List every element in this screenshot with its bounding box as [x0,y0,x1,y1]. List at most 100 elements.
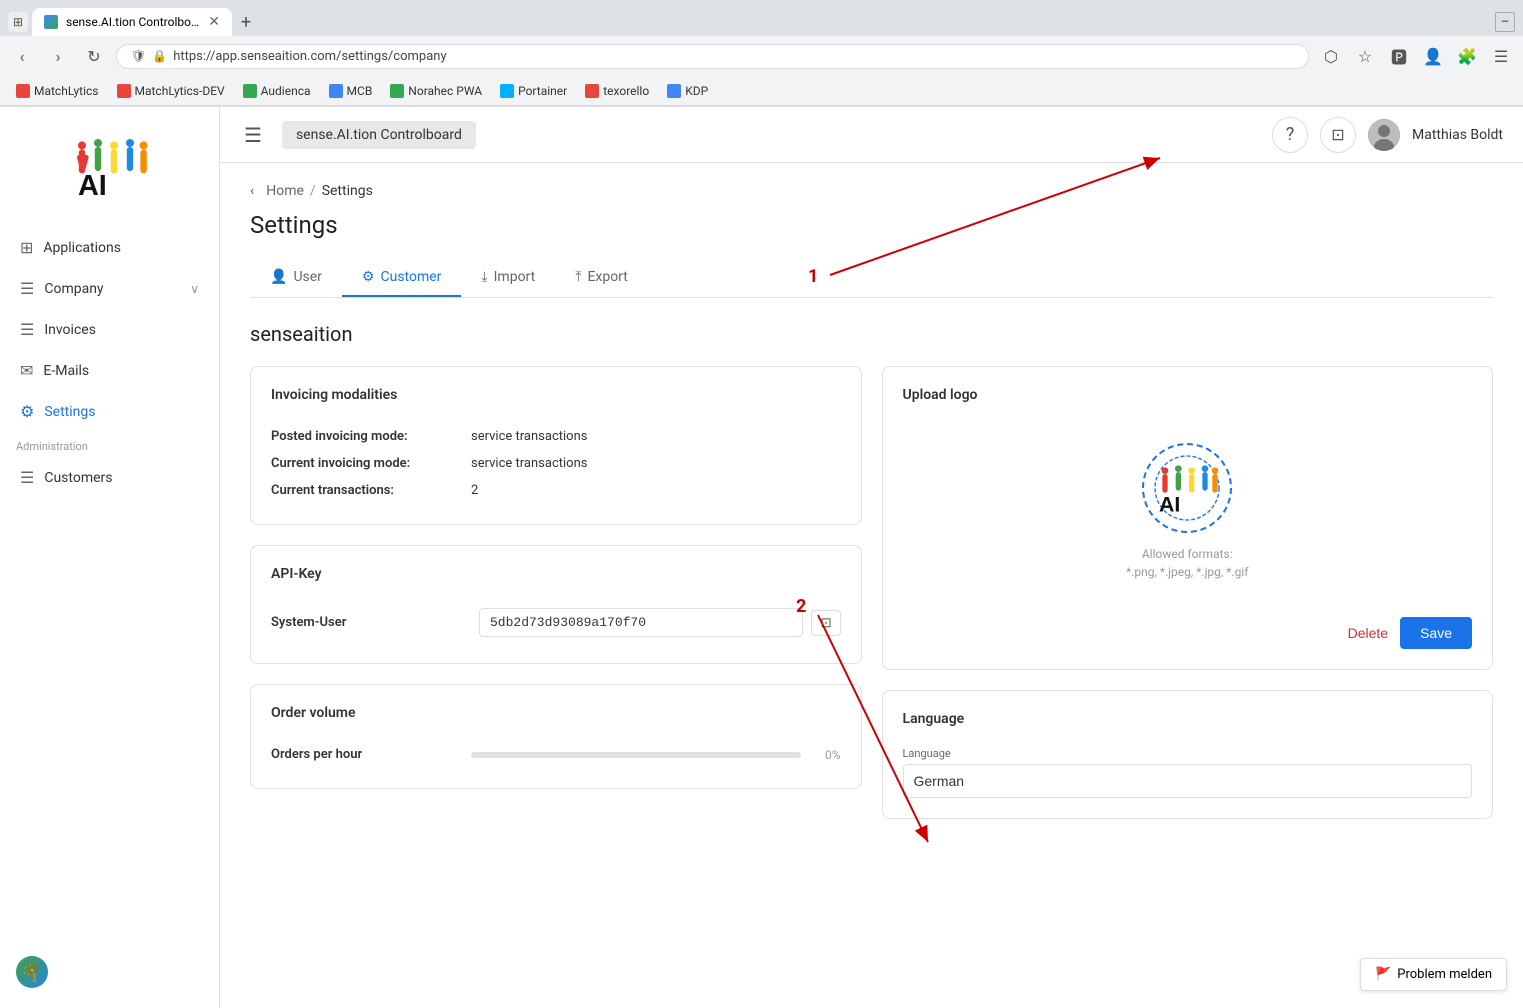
pocket-btn[interactable]: 🅿 [1385,42,1413,70]
bookmark-label: KDP [685,84,708,98]
extensions-btn[interactable]: 🧩 [1453,42,1481,70]
orders-per-hour-row: Orders per hour 0% [271,741,841,768]
logo-svg: AI [1147,448,1227,528]
tab-label: Import [494,269,536,285]
bookmark-favicon [243,84,257,98]
sidebar-item-settings[interactable]: ⚙ Settings [4,392,215,431]
sidebar-item-invoices[interactable]: ☰ Invoices [4,310,215,349]
svg-text:AI: AI [78,170,107,202]
left-column: Invoicing modalities Posted invoicing mo… [250,366,862,819]
translate-btn[interactable]: ⬡ [1317,42,1345,70]
hamburger-btn[interactable]: ☰ [240,119,266,151]
sidebar-item-emails[interactable]: ✉ E-Mails [4,351,215,390]
company-icon: ☰ [20,279,34,298]
active-tab[interactable]: sense.AI.tion Controlboard ✕ [32,8,232,36]
sidebar-item-company[interactable]: ☰ Company ∨ [4,269,215,308]
settings-tabs: 👤 User ⚙ Customer ⤓ Import ⤒ Export [250,259,1493,298]
allowed-formats-label: Allowed formats: [1126,545,1248,563]
profile-btn[interactable]: 👤 [1419,42,1447,70]
language-card: Language Language German [882,690,1494,819]
bookmark-star-btn[interactable]: ☆ [1351,42,1379,70]
customers-icon: ☰ [20,468,34,487]
admin-section-label: Administration [0,432,219,457]
applications-icon: ⊞ [20,238,33,257]
bookmark-audienca[interactable]: Audienca [235,81,319,101]
sidebar-logo: AI [0,117,219,227]
breadcrumb-current: Settings [322,183,373,199]
help-btn[interactable]: ? [1272,117,1308,153]
bookmark-kdp[interactable]: KDP [659,81,716,101]
logo-image[interactable]: AI [1142,443,1232,533]
address-bar[interactable]: 🛡 🔒 https://app.senseaition.com/settings… [116,44,1309,69]
delete-btn[interactable]: Delete [1348,625,1388,641]
bookmark-mcb[interactable]: MCB [321,81,381,101]
bookmark-texorello[interactable]: texorello [577,81,657,101]
browser-menu-dots[interactable]: ☰ [1487,42,1515,70]
problem-melden-btn[interactable]: 🚩 Problem melden [1360,958,1507,991]
bookmark-favicon [500,84,514,98]
tab-close-btn[interactable]: ✕ [208,14,220,30]
minimize-btn[interactable]: — [1495,12,1515,32]
sidebar-item-customers[interactable]: ☰ Customers [4,458,215,497]
forward-nav-btn[interactable]: › [44,42,72,70]
user-name: Matthias Boldt [1412,127,1503,143]
sidebar: AI ⊞ Applications ☰ Company ∨ ☰ Invoices… [0,107,220,1008]
import-tab-icon: ⤓ [481,269,487,285]
browser-menu-btn[interactable]: ⊞ [8,12,28,32]
tab-user[interactable]: 👤 User [250,259,342,297]
language-select[interactable]: German [903,764,1473,798]
company-name: senseaition [250,322,1493,346]
sidebar-item-label: E-Mails [43,363,199,379]
tab-label: User [293,269,321,285]
bookmark-matchlytics-dev[interactable]: MatchLytics-DEV [109,81,233,101]
bookmark-favicon [329,84,343,98]
customer-tab-icon: ⚙ [362,269,375,285]
bookmark-label: texorello [603,84,649,98]
posted-invoicing-label: Posted invoicing mode: [271,429,471,444]
content-grid: Invoicing modalities Posted invoicing mo… [250,366,1493,819]
copy-btn[interactable]: ⊡ [811,610,840,636]
tab-import[interactable]: ⤓ Import [461,259,555,297]
breadcrumb-home[interactable]: Home [266,183,304,199]
app-header: ☰ sense.AI.tion Controlboard ? ⊡ Matthia… [220,107,1523,163]
bookmark-favicon [667,84,681,98]
sidebar-item-label: Applications [43,240,199,256]
posted-invoicing-row: Posted invoicing mode: service transacti… [271,423,841,450]
bookmark-norahec[interactable]: Norahec PWA [382,81,490,101]
tab-export[interactable]: ⤒ Export [555,259,648,297]
bookmark-portainer[interactable]: Portainer [492,81,575,101]
order-volume-title: Order volume [271,705,841,721]
invoices-icon: ☰ [20,320,34,339]
tab-customer[interactable]: ⚙ Customer [342,259,462,297]
current-transactions-row: Current transactions: 2 [271,477,841,504]
settings-icon: ⚙ [20,402,34,421]
screenshot-btn[interactable]: ⊡ [1320,117,1356,153]
bookmark-label: MCB [347,84,373,98]
sidebar-item-label: Invoices [44,322,199,338]
invoicing-card-title: Invoicing modalities [271,387,841,403]
upload-logo-card: Upload logo [882,366,1494,670]
reload-btn[interactable]: ↻ [80,42,108,70]
user-avatar[interactable] [1368,119,1400,151]
sidebar-item-applications[interactable]: ⊞ Applications [4,228,215,267]
page-content: ‹ Home / Settings Settings 👤 User ⚙ Cust… [220,163,1523,1008]
current-invoicing-label: Current invoicing mode: [271,456,471,471]
back-btn[interactable]: ‹ [250,183,254,199]
bookmark-label: Audienca [261,84,311,98]
tab-label: Customer [380,269,441,285]
browser-toolbar: ‹ › ↻ 🛡 🔒 https://app.senseaition.com/se… [0,36,1523,76]
bookmark-favicon [585,84,599,98]
order-volume-card: Order volume Orders per hour 0% [250,684,862,789]
api-key-input[interactable] [479,608,803,637]
sidebar-item-label: Settings [44,404,199,420]
sidebar-avatar[interactable]: 🌴 [16,956,48,988]
current-invoicing-row: Current invoicing mode: service transact… [271,450,841,477]
bookmark-matchlytics[interactable]: MatchLytics [8,81,107,101]
sidebar-item-label: Company [44,281,180,297]
save-btn[interactable]: Save [1400,617,1472,649]
browser-chrome: ⊞ sense.AI.tion Controlboard ✕ + — ‹ › ↻… [0,0,1523,107]
new-tab-button[interactable]: + [232,8,260,36]
back-nav-btn[interactable]: ‹ [8,42,36,70]
current-transactions-value: 2 [471,483,478,498]
bookmark-label: Norahec PWA [408,84,482,98]
